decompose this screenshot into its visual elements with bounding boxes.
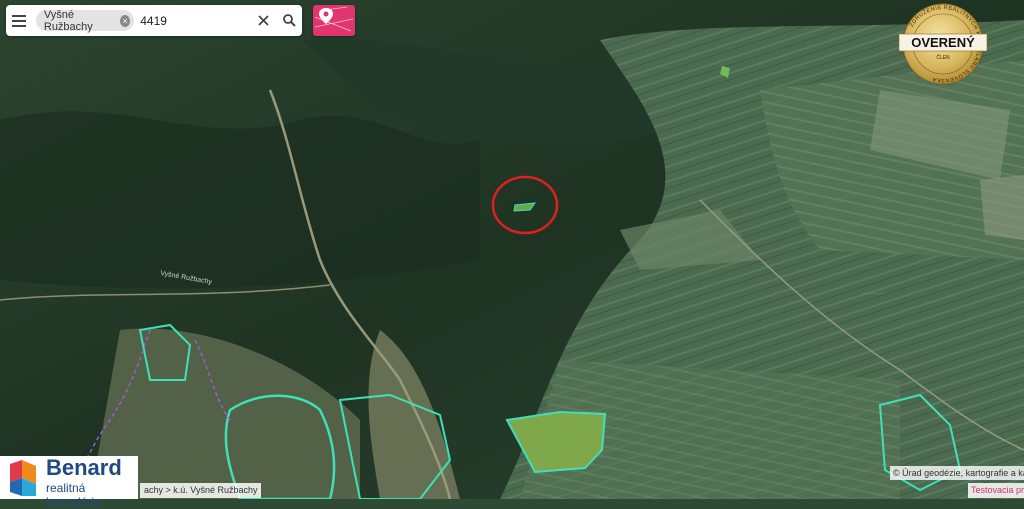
search-bar: Vyšné Ružbachy × [6, 5, 302, 36]
chip-remove-icon[interactable]: × [120, 14, 131, 27]
location-chip[interactable]: Vyšné Ružbachy × [35, 8, 135, 33]
logo-title: Benard [46, 455, 122, 480]
verified-member-badge: ZDRUŽENIE REALITNÝCH KANCELÁRIÍ SLOVENSK… [898, 3, 988, 85]
menu-button[interactable] [6, 5, 32, 36]
badge-sub-text: ČLEN [936, 54, 950, 61]
search-input[interactable] [140, 13, 251, 28]
clear-button[interactable] [250, 5, 276, 36]
map-attribution: © Úrad geodézie, kartografie a kat [890, 466, 1024, 480]
cadastre-map-button[interactable] [313, 5, 355, 36]
satellite-map[interactable]: Vyšné Ružbachy · · · · · · · [0, 0, 1024, 499]
logo-mark-icon [10, 460, 36, 496]
breadcrumb: achy > k.ú. Vyšné Ružbachy [140, 483, 262, 498]
logo-subtitle: realitná kancelária [46, 481, 101, 509]
menu-icon [11, 14, 26, 27]
location-chip-label: Vyšné Ružbachy [43, 8, 93, 33]
company-logo: Benard realitná kancelária [0, 455, 138, 509]
badge-main-text: OVERENÝ [911, 35, 975, 50]
search-button[interactable] [276, 5, 302, 36]
testing-version-link[interactable]: Testovacia pre [968, 483, 1024, 498]
map-pin-parcel-icon [314, 6, 354, 32]
close-icon [258, 15, 269, 26]
svg-text:· · · · · · ·: · · · · · · · [862, 291, 886, 297]
search-icon [282, 14, 296, 27]
